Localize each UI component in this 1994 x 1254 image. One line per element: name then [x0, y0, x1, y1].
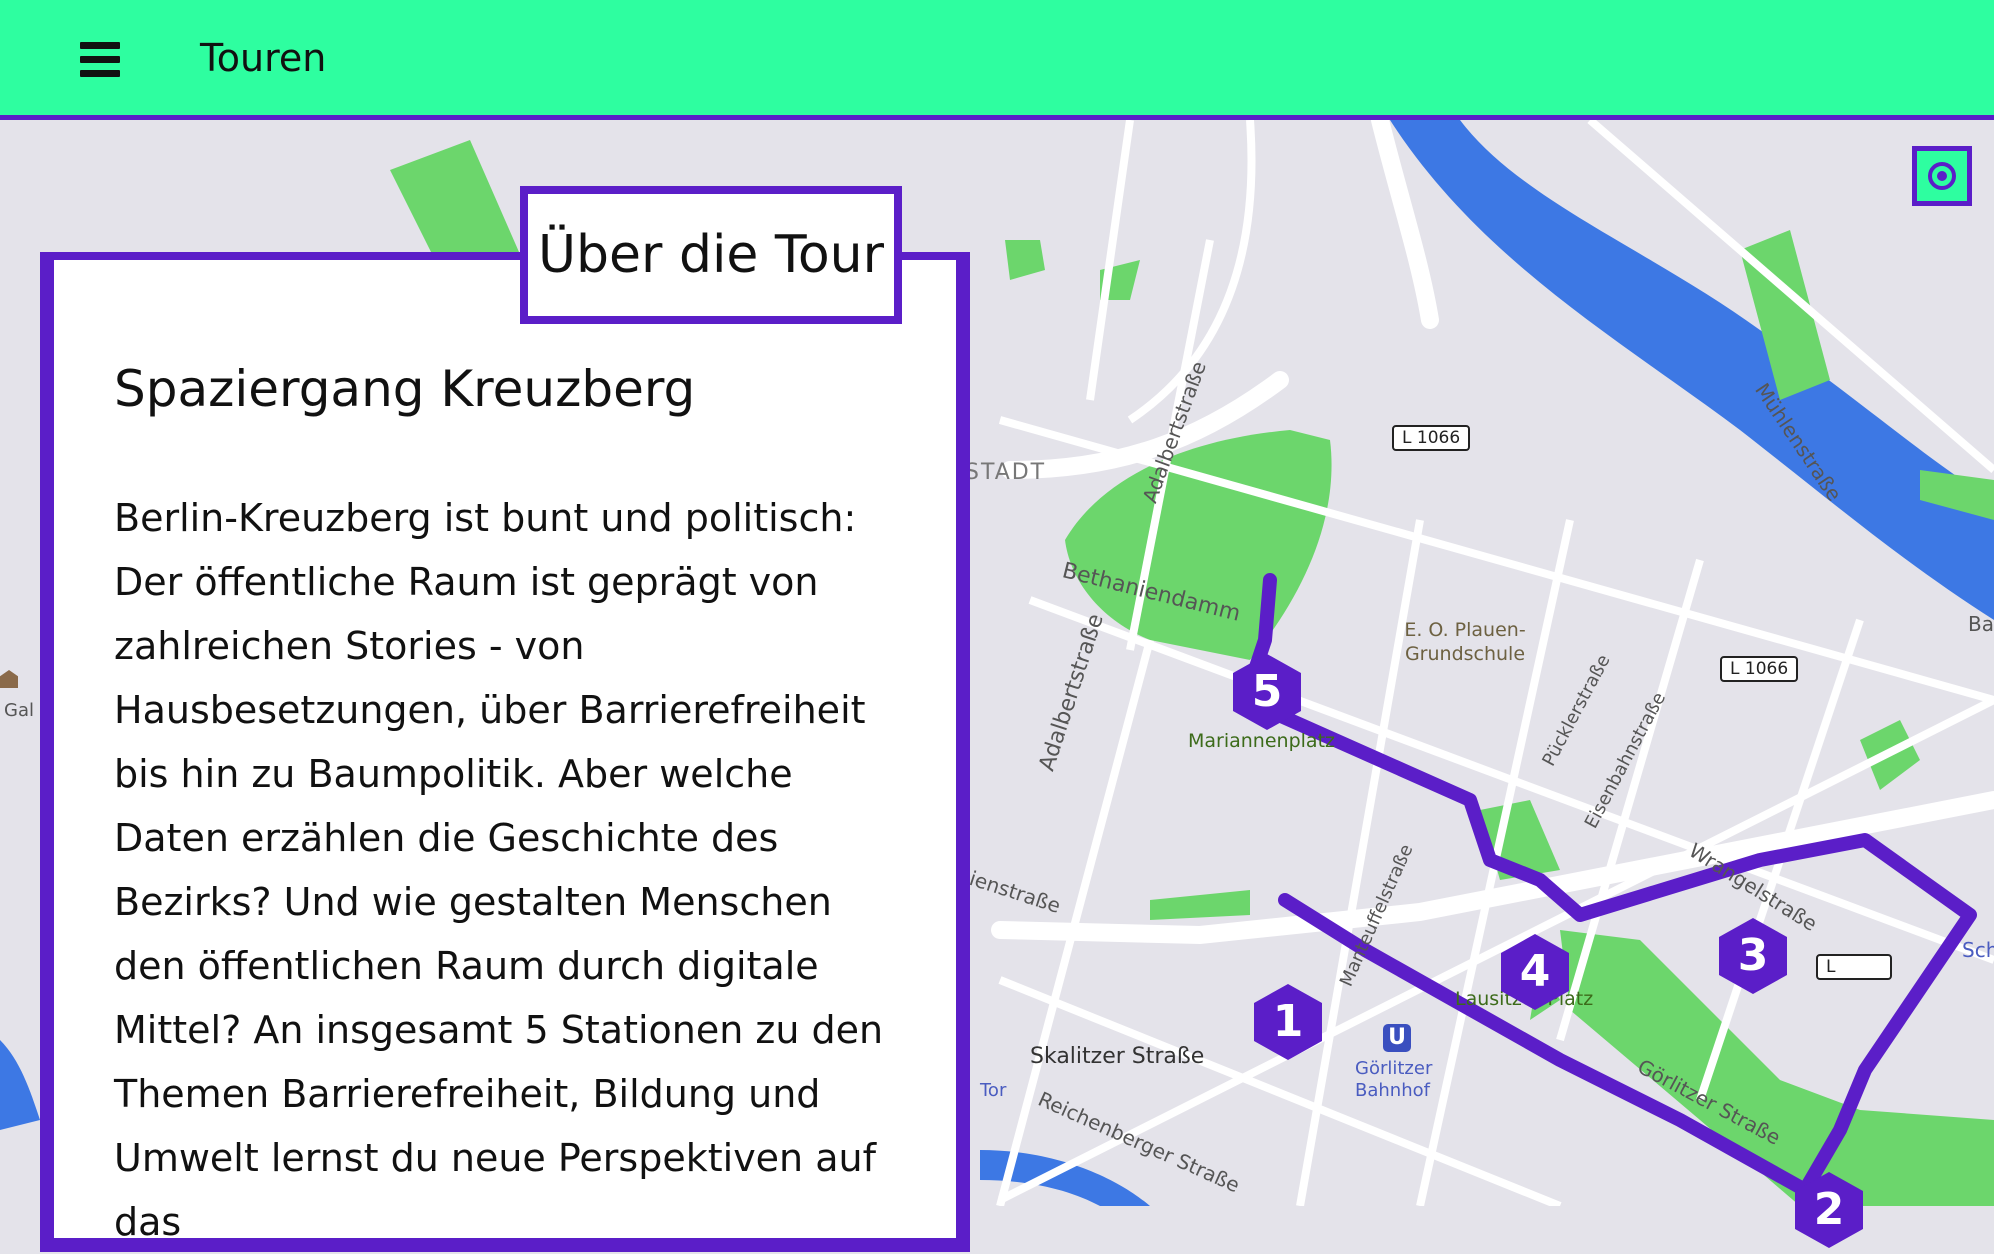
app-header: Touren	[0, 0, 1994, 120]
tour-info-panel: Spaziergang Kreuzberg Berlin-Kreuzberg i…	[40, 252, 970, 1252]
station-label: Görlitzer Bahnhof	[1355, 1058, 1433, 1101]
park-label: Mariannenplatz	[1188, 730, 1335, 752]
tour-title: Spaziergang Kreuzberg	[114, 360, 696, 418]
subway-icon: U	[1383, 1024, 1411, 1052]
district-label: STADT	[965, 460, 1047, 485]
tour-info-tab-label: Über die Tour	[537, 225, 885, 285]
road-badge: L 1066	[1720, 656, 1799, 682]
station-label: Sch	[1962, 938, 1994, 962]
poi-label: E. O. Plauen-Grundschule	[1404, 619, 1526, 665]
road-badge: L 1066	[1392, 425, 1471, 451]
tour-marker-5[interactable]: 5	[1231, 652, 1303, 732]
tour-marker-3[interactable]: 3	[1717, 916, 1789, 996]
street-label: Ba	[1968, 612, 1994, 636]
menu-icon[interactable]	[80, 42, 120, 78]
street-label: Skalitzer Straße	[1030, 1044, 1205, 1069]
poi-label: Gal	[4, 700, 34, 721]
tour-marker-4[interactable]: 4	[1499, 932, 1571, 1012]
locate-icon	[1928, 162, 1956, 190]
tour-description: Berlin-Kreuzberg ist bunt und politisch:…	[114, 496, 884, 1244]
app-title: Touren	[200, 36, 327, 80]
station-label: Tor	[980, 1080, 1007, 1101]
locate-button[interactable]	[1912, 146, 1972, 206]
road-badge: L 1066	[1816, 954, 1892, 980]
tour-marker-2[interactable]: 2	[1793, 1170, 1865, 1250]
tour-marker-1[interactable]: 1	[1252, 982, 1324, 1062]
tour-info-tab[interactable]: Über die Tour	[520, 186, 902, 324]
